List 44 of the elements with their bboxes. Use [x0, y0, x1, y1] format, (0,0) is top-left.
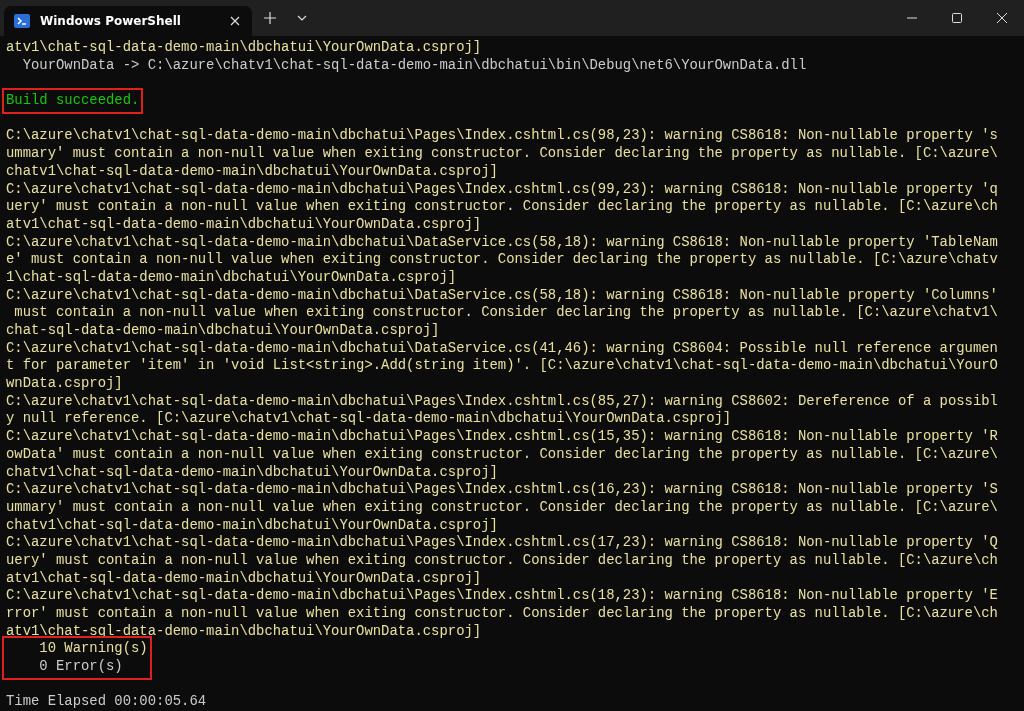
caret-icon	[297, 15, 307, 21]
console-line: t for parameter 'item' in 'void List<string>.Add(string item)'. [C:\azure\chatv1\chat-sql-data-demo-main\dbchatui\YourO	[6, 357, 999, 376]
console-line: Build succeeded.	[6, 92, 140, 110]
console-line: must contain a non-null value when exiting constructor. Consider declaring the property as nullable. [C:\azure\chatv1\	[13, 304, 999, 322]
console-line: C:\azure\chatv1\chat-sql-data-demo-main\dbchatui\DataService.cs(58,18): warning CS8618: Non-nullable property 'Columns'	[6, 286, 999, 305]
console-line: chatv1\chat-sql-data-demo-main\dbchatui\YourOwnData.csproj]	[6, 516, 499, 535]
maximize-icon	[951, 13, 962, 23]
terminal-tab[interactable]: Windows PowerShell	[4, 6, 252, 36]
console-line: C:\azure\chatv1\chat-sql-data-demo-main\dbchatui\Pages\Index.cshtml.cs(99,23): warning CS8618: Non-nullable property 'q	[6, 180, 999, 199]
console-line: y null reference. [C:\azure\chatv1\chat-sql-data-demo-main\dbchatui\YourOwnData.csproj]	[6, 410, 733, 429]
console-line: 0 Error(s)	[38, 658, 124, 676]
console-line: Time Elapsed 00:00:05.64	[6, 693, 208, 711]
console-line: atv1\chat-sql-data-demo-main\dbchatui\YourOwnData.csproj]	[6, 569, 483, 588]
console-line: ummary' must contain a non-null value when exiting constructor. Consider declaring the property as nullable. [C:\azure\	[6, 145, 999, 163]
tab-title: Windows PowerShell	[40, 14, 182, 28]
console-line: uery' must contain a non-null value when exiting constructor. Consider declaring the property as nullable. [C:\azure\ch	[6, 551, 999, 570]
console-line: atv1\chat-sql-data-demo-main\dbchatui\YourOwnData.csproj]	[6, 215, 483, 234]
close-icon[interactable]	[228, 14, 242, 28]
console-line: wnData.csproj]	[6, 375, 124, 393]
console-line: chat-sql-data-demo-main\dbchatui\YourOwnData.csproj]	[6, 322, 441, 340]
console-line: C:\azure\chatv1\chat-sql-data-demo-main\dbchatui\Pages\Index.cshtml.cs(18,23): warning CS8618: Non-nullable property 'E	[6, 587, 999, 605]
console-line: C:\azure\chatv1\chat-sql-data-demo-main\dbchatui\Pages\Index.cshtml.cs(98,23): warning CS8618: Non-nullable property 's	[6, 127, 999, 146]
console-line: C:\azure\chatv1\chat-sql-data-demo-main\dbchatui\DataService.cs(41,46): warning CS8604: Possible null reference argumen	[6, 339, 999, 358]
console-line: C:\azure\chatv1\chat-sql-data-demo-main\dbchatui\Pages\Index.cshtml.cs(15,35): warning CS8618: Non-nullable property 'R	[6, 428, 999, 446]
console-line: C:\azure\chatv1\chat-sql-data-demo-main\dbchatui\DataService.cs(58,18): warning CS8618: Non-nullable property 'TableNam	[6, 233, 999, 252]
console-line: YourOwnData -> C:\azure\chatv1\chat-sql-data-demo-main\dbchatui\bin\Debug\net6\YourOwnData.dll	[21, 56, 808, 75]
console-line: atv1\chat-sql-data-demo-main\dbchatui\YourOwnData.csproj]	[6, 622, 483, 641]
console-line: C:\azure\chatv1\chat-sql-data-demo-main\dbchatui\Pages\Index.cshtml.cs(17,23): warning CS8618: Non-nullable property 'Q	[6, 534, 999, 552]
console-line: e' must contain a non-null value when exiting constructor. Consider declaring the property as nullable. [C:\azure\chatv	[6, 251, 999, 269]
console-line: ummary' must contain a non-null value when exiting constructor. Consider declaring the property as nullable. [C:\azure\	[6, 498, 999, 517]
console-line: owData' must contain a non-null value when exiting constructor. Consider declaring the property as nullable. [C:\azure\	[6, 445, 999, 464]
console-line: C:\azure\chatv1\chat-sql-data-demo-main\dbchatui\Pages\Index.cshtml.cs(85,27): warning CS8602: Dereference of a possibl	[6, 392, 999, 411]
console-line: 1\chat-sql-data-demo-main\dbchatui\YourOwnData.csproj]	[6, 268, 458, 287]
powershell-icon	[14, 14, 30, 28]
console-line: rror' must contain a non-null value when exiting constructor. Consider declaring the property as nullable. [C:\azure\ch	[6, 605, 999, 623]
close-icon	[996, 13, 1007, 23]
console-line: chatv1\chat-sql-data-demo-main\dbchatui\YourOwnData.csproj]	[6, 162, 499, 181]
console-line: chatv1\chat-sql-data-demo-main\dbchatui\YourOwnData.csproj]	[6, 463, 499, 482]
minimize-icon	[906, 17, 917, 19]
console-line: C:\azure\chatv1\chat-sql-data-demo-main\dbchatui\Pages\Index.cshtml.cs(16,23): warning CS8618: Non-nullable property 'S	[6, 481, 999, 499]
console-line: 10 Warning(s)	[38, 640, 148, 659]
plus-icon	[264, 12, 276, 24]
console-line: uery' must contain a non-null value when exiting constructor. Consider declaring the property as nullable. [C:\azure\ch	[6, 198, 999, 216]
console-line: atv1\chat-sql-data-demo-main\dbchatui\YourOwnData.csproj]	[6, 39, 483, 57]
